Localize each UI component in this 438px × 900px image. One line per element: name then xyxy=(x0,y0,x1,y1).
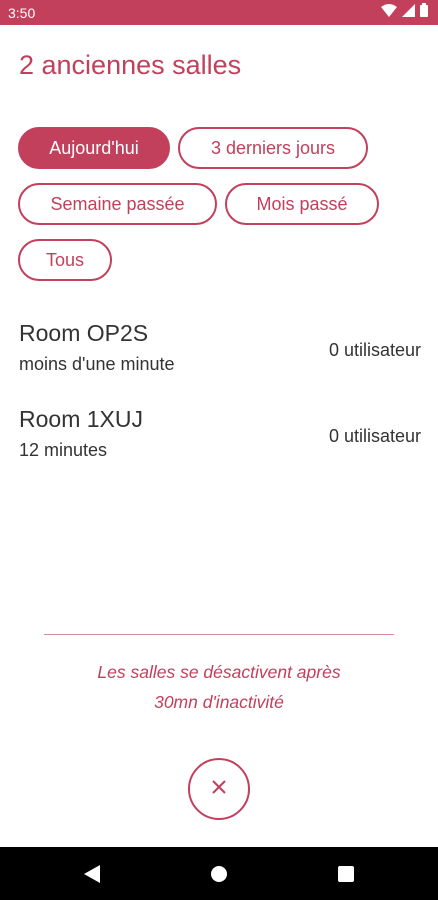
filter-last-month-chip[interactable]: Mois passé xyxy=(225,183,379,225)
room-age: 12 minutes xyxy=(19,440,108,460)
home-icon[interactable] xyxy=(208,863,230,885)
inactivity-notice-line2: 30mn d'inactivité xyxy=(154,692,284,712)
signal-icon xyxy=(402,3,415,22)
page-title: 2 anciennes salles xyxy=(19,50,242,80)
filter-last-week-chip[interactable]: Semaine passée xyxy=(18,183,217,225)
room-name: Room 1XUJ xyxy=(19,406,143,432)
status-icons xyxy=(381,3,428,22)
status-time: 3:50 xyxy=(8,4,36,21)
wifi-icon xyxy=(381,3,397,22)
room-list-item[interactable]: Room OP2S moins d'une minute 0 utilisate… xyxy=(19,320,421,380)
divider xyxy=(44,634,394,635)
battery-icon xyxy=(420,3,428,22)
close-button[interactable] xyxy=(188,758,250,820)
room-name: Room OP2S xyxy=(19,320,149,346)
filter-3-days-chip[interactable]: 3 derniers jours xyxy=(178,127,368,169)
room-user-count: 0 utilisateur xyxy=(328,340,421,360)
recents-icon[interactable] xyxy=(335,863,357,885)
room-age: moins d'une minute xyxy=(19,354,175,374)
navigation-bar xyxy=(0,847,438,900)
inactivity-notice-line1: Les salles se désactivent après xyxy=(97,662,341,682)
back-icon[interactable] xyxy=(81,863,103,885)
filter-all-chip[interactable]: Tous xyxy=(18,239,112,281)
room-user-count: 0 utilisateur xyxy=(328,426,421,446)
status-bar: 3:50 xyxy=(0,0,438,25)
filter-today-chip[interactable]: Aujourd'hui xyxy=(18,127,170,169)
room-list-item[interactable]: Room 1XUJ 12 minutes 0 utilisateur xyxy=(19,406,421,466)
inactivity-notice: Les salles se désactivent après 30mn d'i… xyxy=(0,657,438,717)
close-icon xyxy=(211,779,227,800)
